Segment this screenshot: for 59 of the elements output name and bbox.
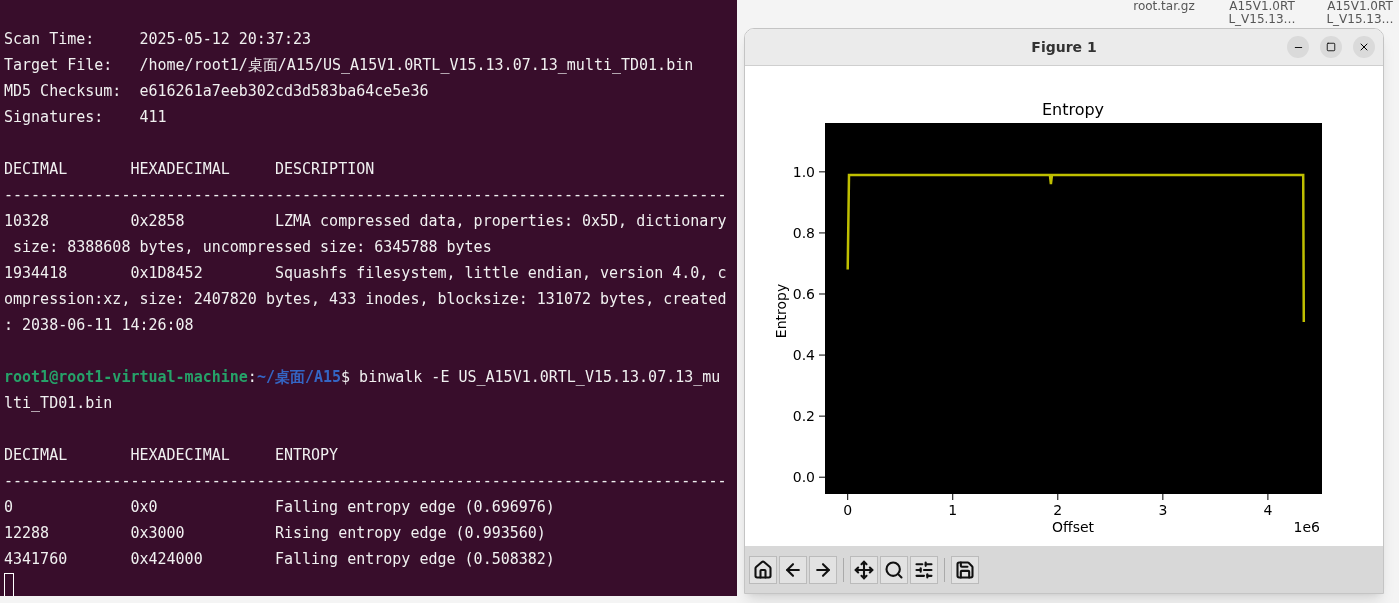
chart-title: Entropy [1041,100,1105,119]
desktop-file-label[interactable]: L_V15.13… [1228,13,1296,26]
desktop-file-label[interactable]: L_V15.13… [1326,13,1394,26]
terminal-line: 12288 0x3000 Rising entropy edge (0.993560) [4,524,546,542]
y-tick-label: 0.6 [792,286,815,302]
terminal-line: -------------------------------------------------------------------------------- [4,472,727,490]
terminal-line: -------------------------------------------------------------------------------- [4,186,727,204]
terminal-line: MD5 Checksum: e616261a7eeb302cd3d583ba64ce5e36 [4,82,429,100]
prompt-path: ~/桌面/A15 [256,367,342,388]
sliders-button[interactable] [910,555,938,584]
prompt-user-host: root1@root1-virtual-machine [4,367,248,388]
move-icon [854,559,874,580]
y-axis-label: Entropy [773,283,789,339]
x-tick-label: 0 [843,502,853,518]
sliders-icon [914,559,934,580]
y-tick-label: 1.0 [792,163,815,180]
terminal-line: DECIMAL HEXADECIMAL ENTROPY [4,446,339,464]
terminal-line: DECIMAL HEXADECIMAL DESCRIPTION [4,160,375,178]
home-icon [753,559,773,580]
window-title: Figure 1 [1031,37,1097,57]
y-tick-label: 0.8 [792,224,815,241]
terminal-line: Signatures: 411 [4,108,167,126]
maximize-icon [1326,42,1336,52]
x-tick-label: 1 [948,502,958,518]
y-tick-label: 0.4 [792,347,815,364]
terminal-line: ompression:xz, size: 2407820 bytes, 433 inodes, blocksize: 131072 bytes, created [4,290,727,308]
terminal-line: size: 8388608 bytes, uncompressed size: 6345788 bytes [12,238,492,256]
text-cursor [4,573,14,596]
terminal-line: Scan Time: 2025-05-12 20:37:23 [4,30,312,48]
desktop-file-label[interactable]: root.tar.gz [1133,0,1195,13]
save-icon [955,559,975,580]
terminal-line: Target File: /home/root1/桌面/A15/US_A15V1.0RTL_V15.13.07.13_multi_TD01.bin [4,56,694,74]
x-tick-label: 3 [1158,502,1168,518]
terminal-line: 10328 0x2858 LZMA compressed data, properties: 0x5D, dictionary [4,212,727,230]
terminal-line: lti_TD01.bin [4,394,113,412]
terminal-line: 4341760 0x424000 Falling entropy edge (0.508382) [4,550,555,568]
terminal-line: : 2038-06-11 14:26:08 [4,316,194,334]
x-axis-label: Offset [1051,519,1095,535]
desktop-file-label[interactable]: A15V1.0RT [1327,0,1393,13]
desktop-file-label[interactable]: A15V1.0RT [1229,0,1295,13]
x-tick-label: 4 [1263,502,1273,518]
prompt-separator: : [247,367,257,388]
search-button[interactable] [880,555,908,584]
close-icon [1358,41,1370,53]
home-button[interactable] [749,555,777,584]
y-tick-label: 0.2 [792,408,815,425]
maximize-button[interactable] [1320,36,1342,58]
forward-arrow-button[interactable] [809,555,837,584]
terminal-line: 1934418 0x1D8452 Squashfs filesystem, little endian, version 4.0, c [4,264,727,282]
search-icon [884,559,904,580]
terminal-command: $ binwalk -E US_A15V1.0RTL_V15.13.07.13_mu [341,367,721,388]
close-button[interactable] [1353,36,1375,58]
terminal-line: 0 0x0 Falling entropy edge (0.696976) [4,498,555,516]
x-tick-label: 2 [1053,502,1063,518]
save-button[interactable] [951,555,979,584]
y-tick-label: 0.0 [792,469,815,486]
back-arrow-button[interactable] [779,555,807,584]
axis-offset-label: 1e6 [1293,519,1320,535]
move-button[interactable] [850,555,878,584]
